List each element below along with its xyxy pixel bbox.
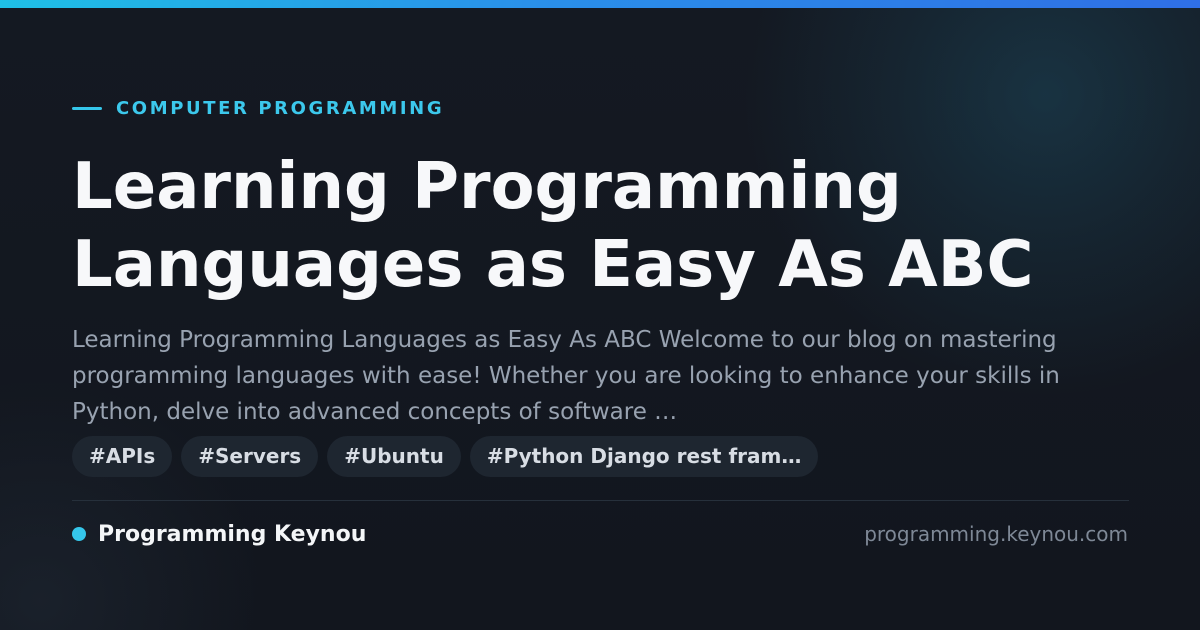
tag-ubuntu[interactable]: #Ubuntu — [327, 436, 461, 477]
site-url[interactable]: programming.keynou.com — [864, 520, 1128, 548]
article-description: Learning Programming Languages as Easy A… — [72, 327, 1060, 425]
site-branding: Programming Keynou — [72, 520, 366, 548]
accent-top-bar — [0, 0, 1200, 8]
category-accent-line — [72, 106, 102, 110]
category-row: COMPUTER PROGRAMMING — [72, 96, 444, 120]
share-card: COMPUTER PROGRAMMING Learning Programmin… — [0, 0, 1200, 630]
tag-python-django-rest-framework[interactable]: #Python Django rest fram… — [469, 436, 819, 477]
article-title: Learning Programming Languages as Easy A… — [72, 150, 1034, 302]
category-label: COMPUTER PROGRAMMING — [116, 97, 445, 119]
brand-dot-icon — [72, 527, 86, 541]
tag-list: #APIs #Servers #Ubuntu #Python Django re… — [72, 436, 819, 477]
footer-divider — [72, 500, 1129, 501]
tag-apis[interactable]: #APIs — [72, 436, 173, 477]
site-name[interactable]: Programming Keynou — [98, 522, 366, 547]
tag-servers[interactable]: #Servers — [181, 436, 319, 477]
